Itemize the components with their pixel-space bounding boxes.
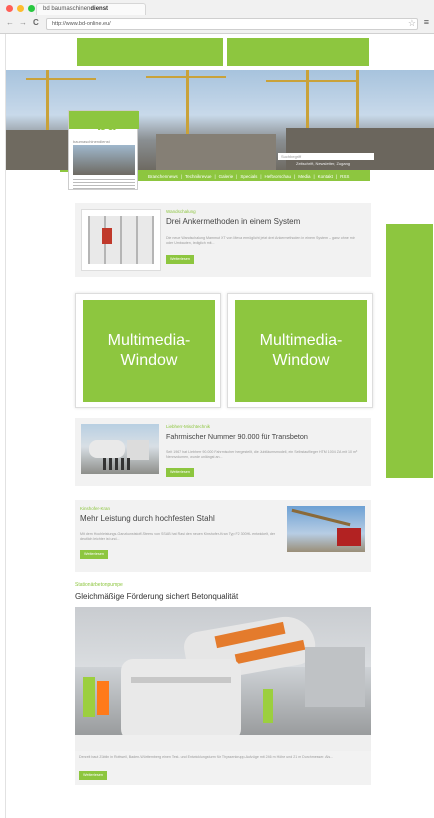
hamburger-icon[interactable]: ≡	[424, 17, 429, 27]
window-controls	[6, 5, 35, 12]
top-banner-ad-right[interactable]	[227, 38, 369, 66]
multimedia-placeholder: Multimedia- Window	[235, 300, 367, 402]
multimedia-window-left[interactable]: Multimedia- Window	[75, 293, 221, 408]
article-card-kinshofer: Kinshofer-Kran Mehr Leistung durch hochf…	[75, 500, 371, 572]
read-more-button[interactable]: Weiterlesen	[166, 468, 194, 477]
browser-navbar: ← → C http://www.bd-online.eu/ ☆ ≡	[0, 16, 434, 33]
cover-photo	[73, 145, 135, 175]
browser-tab[interactable]: bd baumaschinendienst	[36, 3, 146, 15]
close-window-button[interactable]	[6, 5, 13, 12]
star-icon[interactable]: ☆	[408, 18, 416, 29]
nav-separator: |	[236, 174, 238, 179]
logo-subtitle: baumaschinendienst	[73, 139, 110, 144]
article-kicker: Wandschalung	[166, 209, 196, 214]
article-title[interactable]: Mehr Leistung durch hochfesten Stahl	[80, 514, 215, 523]
article-kicker: Liebherr-Mischtechnik	[166, 424, 211, 429]
article-card-betonpumpe: Derzeit baut Züblin in Rottweil, Baden-W…	[75, 751, 371, 785]
article-card-liebherr: Liebherr-Mischtechnik Fahrmischer Nummer…	[75, 418, 371, 486]
magazine-cover[interactable]: bd baumaschinendienst	[68, 110, 139, 190]
nav-separator: |	[260, 174, 262, 179]
article-kicker: Stationärbetonpumpe	[75, 582, 123, 588]
article-photo[interactable]	[75, 607, 371, 751]
nav-separator: |	[294, 174, 296, 179]
nav-specials[interactable]: Specials	[240, 174, 257, 179]
maximize-window-button[interactable]	[28, 5, 35, 12]
forward-button[interactable]: →	[19, 18, 27, 27]
main-navigation: Branchennews | Technikrevue | Galerie | …	[138, 172, 370, 181]
article-teaser: Seit 1967 hat Liebherr 90.000 Fahrmische…	[166, 450, 358, 459]
read-more-button[interactable]: Weiterlesen	[80, 550, 108, 559]
address-bar[interactable]: http://www.bd-online.eu/	[46, 18, 418, 30]
nav-technikrevue[interactable]: Technikrevue	[185, 174, 212, 179]
top-banner-ad-left[interactable]	[77, 38, 223, 66]
article-teaser: Derzeit baut Züblin in Rottweil, Baden-W…	[79, 755, 334, 759]
search-links[interactable]: Zeitschrift, Newsletter, Zugang	[296, 161, 350, 166]
article-card-wandschalung: Wandschalung Drei Ankermethoden in einem…	[75, 203, 371, 277]
nav-separator: |	[313, 174, 315, 179]
nav-separator: |	[335, 174, 338, 179]
article-thumbnail[interactable]	[81, 424, 159, 474]
read-more-button[interactable]: Weiterlesen	[79, 771, 107, 780]
back-button[interactable]: ←	[6, 18, 14, 27]
logo: bd	[97, 117, 117, 134]
nav-branchennews[interactable]: Branchennews	[148, 174, 178, 179]
nav-heftvorschau[interactable]: Heftvorschau	[265, 174, 292, 179]
nav-separator: |	[180, 174, 182, 179]
nav-rss[interactable]: RSS	[340, 174, 349, 179]
article-thumbnail[interactable]	[287, 506, 365, 552]
sidebar-ad[interactable]	[386, 224, 433, 478]
cover-text-lines	[73, 179, 135, 189]
article-kicker: Kinshofer-Kran	[80, 506, 111, 511]
nav-galerie[interactable]: Galerie	[219, 174, 234, 179]
multimedia-placeholder: Multimedia- Window	[83, 300, 215, 402]
tab-title: bd baumaschinen	[43, 6, 91, 12]
article-teaser: Die neue Wandschalung Mammut XT von Meva…	[166, 236, 355, 245]
read-more-button[interactable]: Weiterlesen	[166, 255, 194, 264]
article-title[interactable]: Fahrmischer Nummer 90.000 für Transbeton	[166, 432, 308, 441]
nav-media[interactable]: Media	[298, 174, 310, 179]
multimedia-window-right[interactable]: Multimedia- Window	[227, 293, 373, 408]
search-input[interactable]: Suchbegriff	[278, 153, 374, 160]
reload-button[interactable]: C	[33, 18, 39, 27]
article-title[interactable]: Gleichmäßige Förderung sichert Betonqual…	[75, 592, 238, 601]
minimize-window-button[interactable]	[17, 5, 24, 12]
article-thumbnail[interactable]	[81, 209, 161, 271]
nav-separator: |	[214, 174, 216, 179]
nav-kontakt[interactable]: Kontakt	[318, 174, 333, 179]
article-teaser: Mit dem Hochleistungs-Ganzkunststoff-Ste…	[80, 532, 276, 541]
article-title[interactable]: Drei Ankermethoden in einem System	[166, 217, 300, 226]
tab-title-bold: dienst	[90, 6, 109, 12]
browser-chrome: bd baumaschinendienst ← → C http://www.b…	[0, 0, 434, 34]
